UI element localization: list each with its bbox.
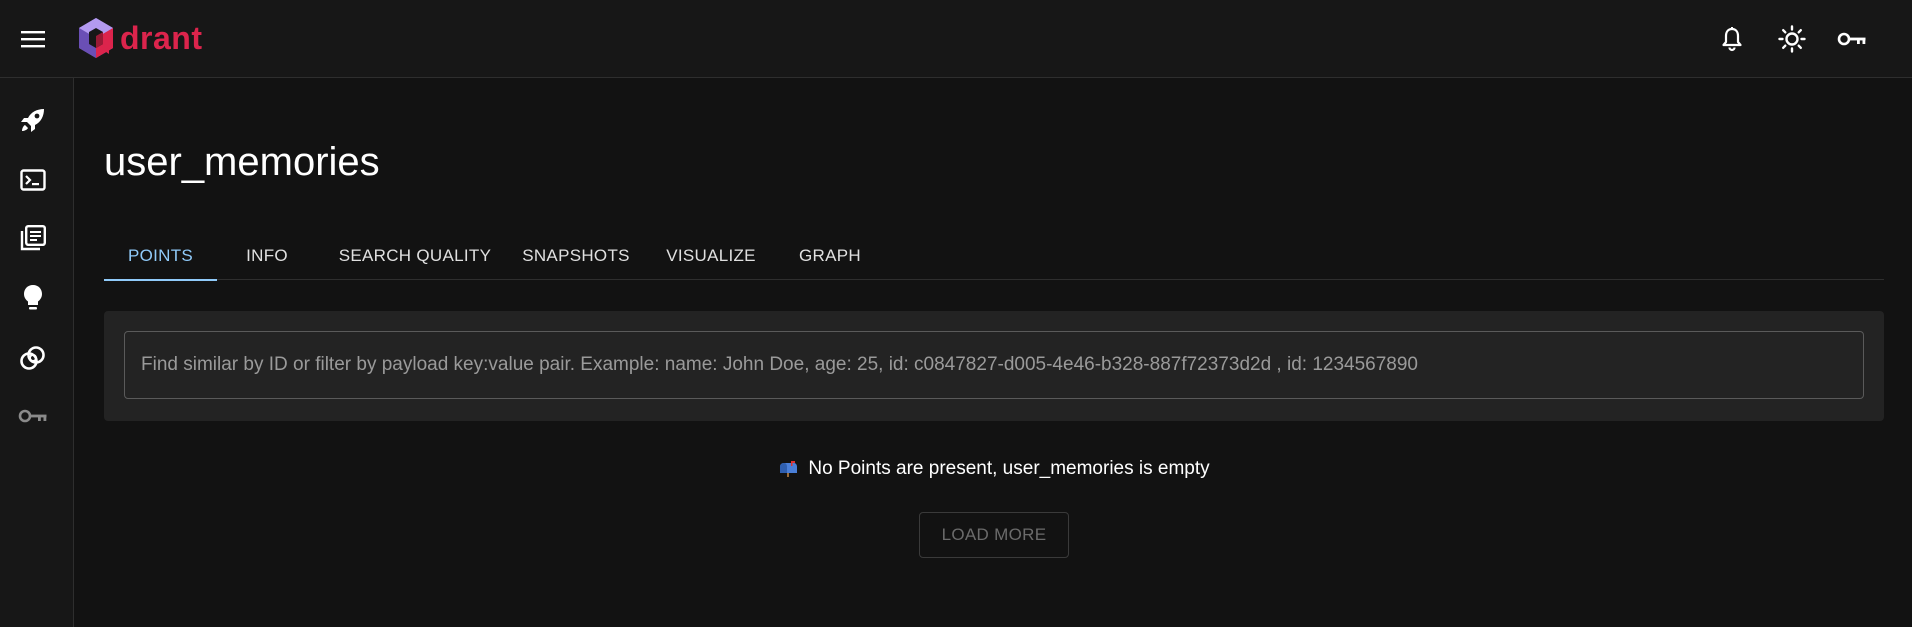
bell-icon [1722, 27, 1742, 52]
search-input[interactable] [124, 331, 1864, 399]
menu-icon [21, 31, 45, 48]
collection-tabs: POINTS INFO SEARCH QUALITY SNAPSHOTS VIS… [104, 232, 1884, 281]
qdrant-cube-logo-icon [79, 18, 113, 58]
collections-icon [20, 225, 46, 251]
tab-points[interactable]: POINTS [104, 232, 217, 281]
api-key-button[interactable] [1832, 19, 1872, 59]
tab-graph[interactable]: GRAPH [779, 232, 881, 280]
load-more-button[interactable]: LOAD MORE [919, 512, 1069, 558]
sidebar-item-tutorial[interactable] [13, 278, 53, 318]
lightbulb-icon [24, 285, 42, 310]
search-panel [104, 311, 1884, 421]
rocket-icon [21, 109, 44, 132]
tab-search-quality[interactable]: SEARCH QUALITY [326, 232, 504, 280]
notifications-button[interactable] [1712, 19, 1752, 59]
sidebar-item-welcome[interactable] [13, 100, 53, 140]
sidebar-item-collections[interactable] [13, 218, 53, 258]
page-title: user_memories [104, 140, 380, 184]
tools-icon [20, 346, 45, 370]
tab-snapshots[interactable]: SNAPSHOTS [508, 232, 644, 280]
sidebar-item-datasets[interactable] [13, 338, 53, 378]
key-icon [1837, 32, 1866, 46]
empty-state-text: No Points are present, user_memories is … [808, 458, 1210, 479]
tab-visualize[interactable]: VISUALIZE [647, 232, 775, 280]
top-app-bar: drant [0, 0, 1912, 78]
theme-toggle-button[interactable] [1772, 19, 1812, 59]
terminal-icon [20, 169, 46, 191]
main-content: user_memories POINTS INFO SEARCH QUALITY… [104, 78, 1884, 627]
menu-button[interactable] [17, 24, 49, 54]
key-icon [18, 409, 47, 423]
tab-info[interactable]: INFO [217, 232, 317, 280]
empty-state-message: No Points are present, user_memories is … [104, 454, 1884, 484]
mailbox-icon [778, 460, 798, 478]
sidebar [0, 78, 74, 627]
sidebar-item-access-tokens[interactable] [13, 396, 53, 436]
logo-text: drant [120, 19, 203, 56]
qdrant-logo[interactable]: drant [76, 16, 203, 60]
sun-icon [1778, 25, 1806, 53]
sidebar-item-console[interactable] [13, 160, 53, 200]
